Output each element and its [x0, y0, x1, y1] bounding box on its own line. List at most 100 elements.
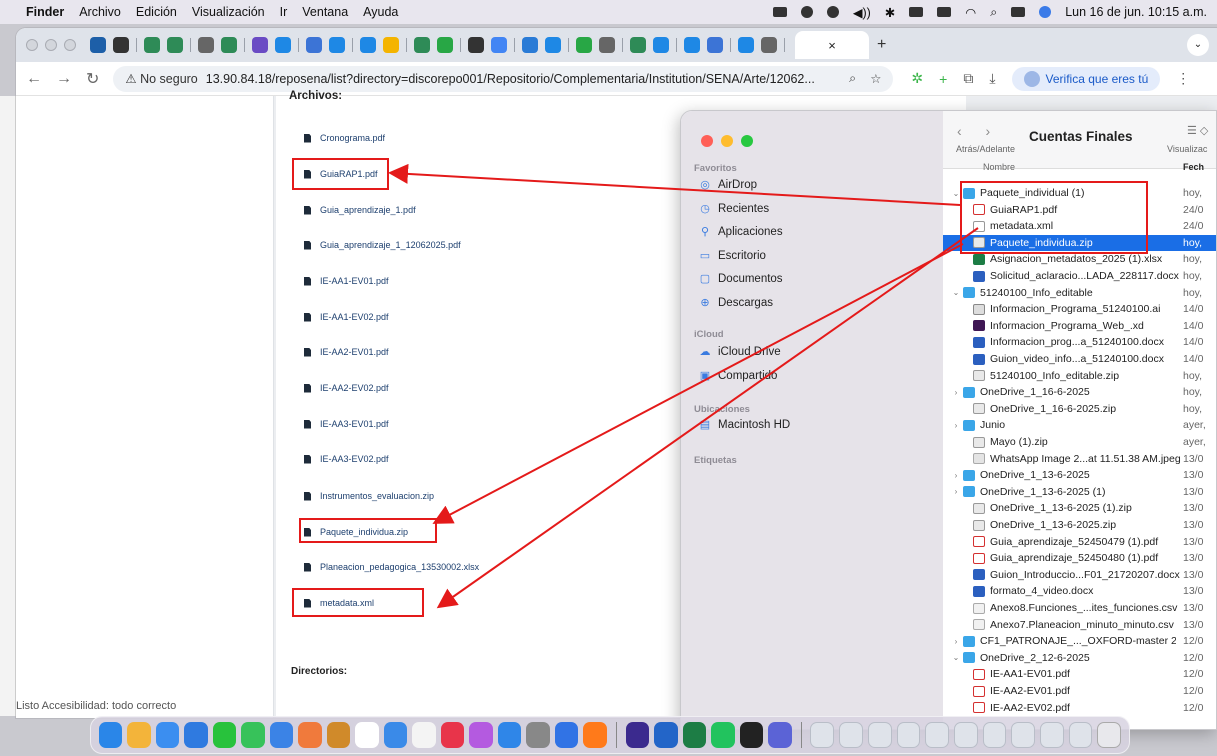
- dock-app-icon[interactable]: [583, 722, 607, 748]
- dock-app-icon[interactable]: [526, 722, 550, 748]
- disclosure-chevron-icon[interactable]: ›: [951, 487, 961, 496]
- pinned-tab-favicon-icon[interactable]: [90, 37, 106, 53]
- extension-icon[interactable]: ✲: [911, 70, 923, 87]
- disclosure-chevron-icon[interactable]: ⌄: [951, 288, 961, 297]
- file-link[interactable]: IE-AA1-EV01.pdf: [304, 276, 389, 286]
- finder-row[interactable]: formato_4_video.docx 13/0: [943, 583, 1216, 599]
- dock-app-icon[interactable]: [682, 722, 707, 748]
- file-link[interactable]: metadata.xml: [304, 598, 374, 608]
- file-link-label[interactable]: metadata.xml: [320, 598, 374, 608]
- file-link-label[interactable]: Paquete_individua.zip: [320, 527, 408, 537]
- sidebar-item[interactable]: ☁ iCloud Drive: [699, 346, 781, 358]
- file-link-label[interactable]: IE-AA1-EV01.pdf: [320, 276, 389, 286]
- file-link-label[interactable]: IE-AA3-EV01.pdf: [320, 419, 389, 429]
- menu-finder[interactable]: Finder: [26, 5, 64, 19]
- finder-row[interactable]: Informacion_Programa_Web_.xd 14/0: [943, 318, 1216, 334]
- menu-visualizacion[interactable]: Visualización: [192, 5, 265, 19]
- new-tab-button[interactable]: +: [877, 36, 886, 54]
- file-link[interactable]: IE-AA2-EV02.pdf: [304, 383, 389, 393]
- finder-close-button[interactable]: [701, 135, 713, 147]
- file-link-label[interactable]: IE-AA2-EV01.pdf: [320, 347, 389, 357]
- file-link[interactable]: Paquete_individua.zip: [304, 527, 408, 537]
- pinned-tab-favicon-icon[interactable]: [437, 37, 453, 53]
- finder-row[interactable]: ⌄ OneDrive_2_12-6-2025 12/0: [943, 650, 1216, 666]
- more-menu-icon[interactable]: ⋮: [1176, 70, 1190, 87]
- pinned-tab-favicon-icon[interactable]: [522, 37, 538, 53]
- disclosure-chevron-icon[interactable]: ⌄: [951, 189, 961, 198]
- controller-icon[interactable]: [772, 7, 787, 17]
- add-icon[interactable]: +: [939, 71, 947, 87]
- finder-row[interactable]: metadata.xml 24/0: [943, 218, 1216, 234]
- finder-minimize-button[interactable]: [721, 135, 733, 147]
- dock-app-icon[interactable]: [497, 722, 522, 748]
- dock-app-icon[interactable]: [99, 722, 123, 748]
- file-link-label[interactable]: IE-AA1-EV02.pdf: [320, 312, 389, 322]
- finder-row[interactable]: Guion_Introduccio...F01_21720207.docx 13/…: [943, 567, 1216, 583]
- finder-row[interactable]: Mayo (1).zip ayer,: [943, 434, 1216, 450]
- disclosure-chevron-icon[interactable]: ›: [951, 421, 961, 430]
- minimize-window-button[interactable]: [45, 39, 57, 51]
- pinned-tab-favicon-icon[interactable]: [761, 37, 777, 53]
- keyboard-icon[interactable]: [937, 7, 952, 17]
- battery-icon[interactable]: [909, 7, 924, 17]
- finder-row[interactable]: ⌄ 51240100_Info_editable hoy,: [943, 285, 1216, 301]
- finder-row[interactable]: Anexo7.Planeacion_minuto_minuto.csv 13/0: [943, 617, 1216, 633]
- dock-app-icon[interactable]: [469, 722, 493, 748]
- disclosure-chevron-icon[interactable]: ›: [951, 637, 961, 646]
- dock-app-icon[interactable]: [554, 722, 579, 748]
- dock-app-icon[interactable]: [355, 722, 379, 748]
- dock-minimized-window-icon[interactable]: [867, 722, 892, 748]
- back-forward-icon[interactable]: ‹ ›: [957, 123, 1000, 139]
- file-link-label[interactable]: Guia_aprendizaje_1_12062025.pdf: [320, 240, 461, 250]
- dock-minimized-window-icon[interactable]: [1011, 722, 1035, 748]
- finder-row[interactable]: › OneDrive_1_16-6-2025 hoy,: [943, 384, 1216, 400]
- tab-search-button[interactable]: ⌄: [1187, 34, 1209, 56]
- menu-ir[interactable]: Ir: [280, 5, 288, 19]
- finder-row[interactable]: › OneDrive_1_13-6-2025 13/0: [943, 467, 1216, 483]
- pinned-tab-favicon-icon[interactable]: [545, 37, 561, 53]
- cloud-icon[interactable]: [800, 6, 813, 18]
- back-arrow-icon[interactable]: ←: [26, 70, 42, 88]
- pinned-tab-favicon-icon[interactable]: [576, 37, 592, 53]
- column-date[interactable]: Fech: [1183, 162, 1204, 172]
- dock-app-icon[interactable]: [241, 722, 265, 748]
- sidebar-item[interactable]: ⚲ Aplicaciones: [699, 226, 783, 238]
- dock-app-icon[interactable]: [440, 722, 465, 748]
- dock-app-icon[interactable]: [654, 722, 678, 748]
- finder-row[interactable]: Guia_aprendizaje_52450479 (1).pdf 13/0: [943, 534, 1216, 550]
- menu-ayuda[interactable]: Ayuda: [363, 5, 398, 19]
- file-link[interactable]: IE-AA3-EV01.pdf: [304, 419, 389, 429]
- dock-minimized-window-icon[interactable]: [1039, 722, 1064, 748]
- sidebar-item[interactable]: ⊕ Descargas: [699, 297, 773, 309]
- pinned-tab-favicon-icon[interactable]: [167, 37, 183, 53]
- pinned-tab-favicon-icon[interactable]: [599, 37, 615, 53]
- spotlight-icon[interactable]: ⌕: [990, 5, 997, 20]
- finder-row[interactable]: › CF1_PATRONAJE_..._OXFORD-master 2 12/0: [943, 633, 1216, 649]
- finder-row[interactable]: 51240100_Info_editable.zip hoy,: [943, 368, 1216, 384]
- pinned-tab-favicon-icon[interactable]: [383, 37, 399, 53]
- pinned-tab-favicon-icon[interactable]: [491, 37, 507, 53]
- sidebar-item[interactable]: ▣ Compartido: [699, 370, 778, 382]
- pinned-tab-favicon-icon[interactable]: [738, 37, 754, 53]
- tab-close-icon[interactable]: ×: [828, 38, 836, 53]
- pinned-tab-favicon-icon[interactable]: [329, 37, 345, 53]
- pinned-tab-favicon-icon[interactable]: [144, 37, 160, 53]
- reload-icon[interactable]: ↻: [86, 69, 99, 89]
- address-bar[interactable]: ⚠ No seguro 13.90.84.18/reposena/list?di…: [113, 65, 894, 92]
- volume-icon[interactable]: ◀)): [853, 5, 871, 20]
- pinned-tab-favicon-icon[interactable]: [221, 37, 237, 53]
- pinned-tab-favicon-icon[interactable]: [306, 37, 322, 53]
- file-link[interactable]: IE-AA3-EV02.pdf: [304, 454, 389, 464]
- finder-row[interactable]: Paquete_individua.zip hoy,: [943, 234, 1216, 251]
- dock-minimized-window-icon[interactable]: [896, 722, 921, 748]
- file-link[interactable]: IE-AA1-EV02.pdf: [304, 312, 389, 322]
- dock-app-icon[interactable]: [625, 722, 650, 748]
- finder-row[interactable]: OneDrive_1_13-6-2025 (1).zip 13/0: [943, 500, 1216, 516]
- dock-app-icon[interactable]: [326, 722, 351, 748]
- pinned-tab-favicon-icon[interactable]: [252, 37, 268, 53]
- dock-app-icon[interactable]: [412, 722, 436, 748]
- dock-app-icon[interactable]: [184, 722, 208, 748]
- file-link-label[interactable]: GuiaRAP1.pdf: [320, 169, 378, 179]
- pinned-tab-favicon-icon[interactable]: [684, 37, 700, 53]
- finder-row[interactable]: Informacion_prog...a_51240100.docx 14/0: [943, 334, 1216, 350]
